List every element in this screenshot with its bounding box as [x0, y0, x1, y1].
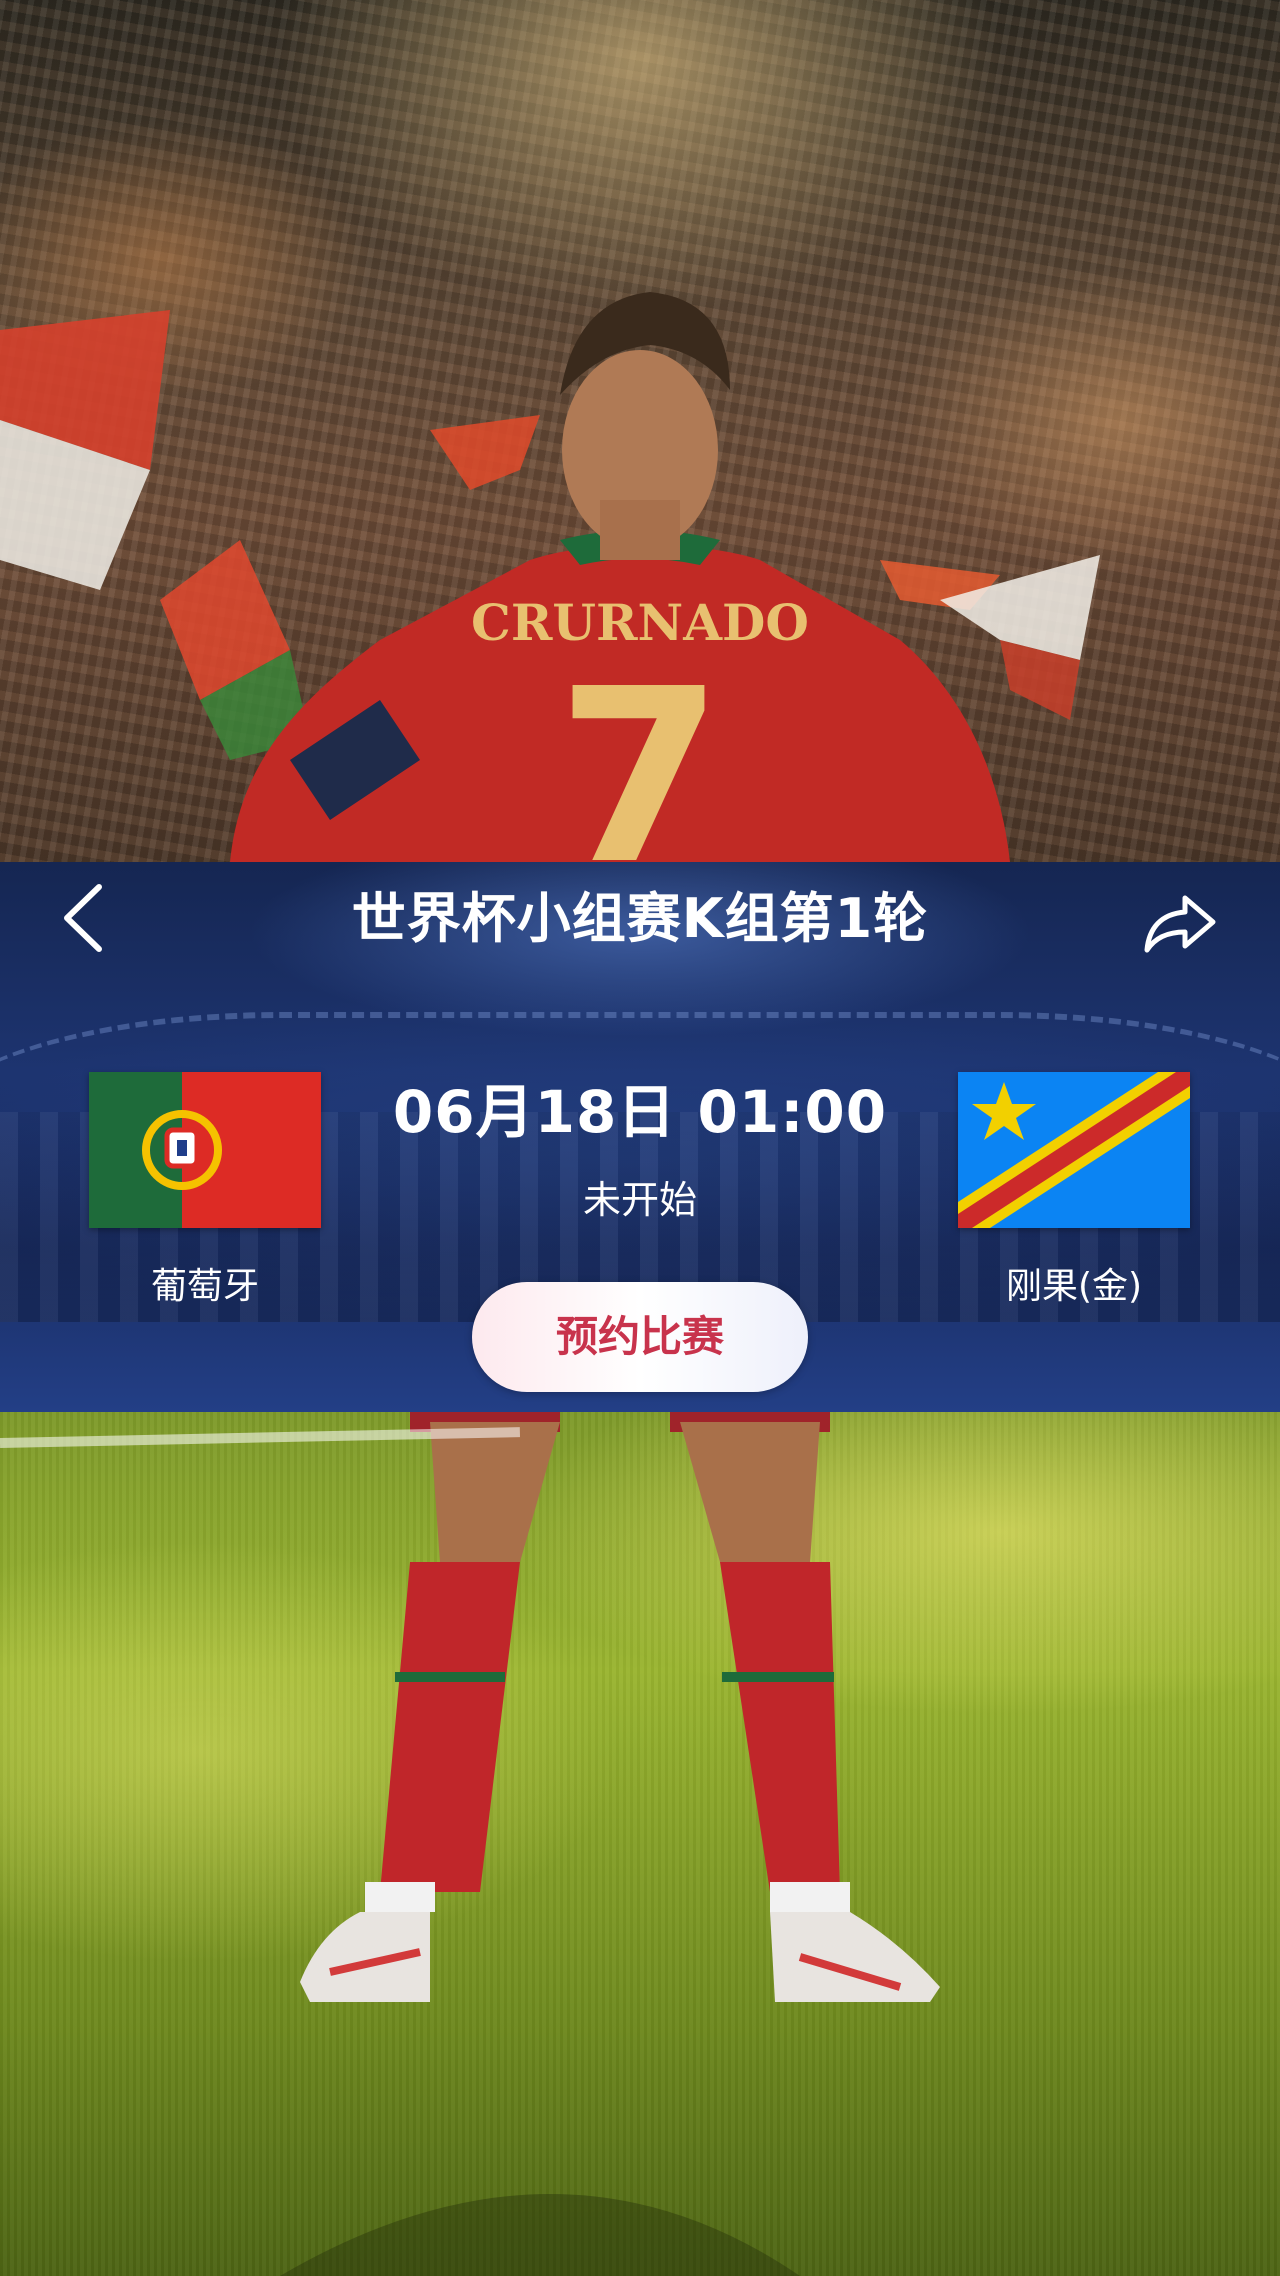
page-title: 世界杯小组赛K组第1轮 — [351, 887, 929, 950]
away-team-flag — [958, 1072, 1190, 1228]
pitch-background — [0, 1412, 1280, 2276]
away-team-name: 刚果(金) — [1005, 1266, 1143, 1307]
match-detail-page: CRURNADO 7 世界杯小组赛K组第1轮 葡萄牙 06月18日 01:00 … — [0, 0, 1280, 2276]
portugal-flag-icon — [89, 1072, 321, 1228]
home-team-flag — [89, 1072, 321, 1228]
player-legs-illustration — [280, 1412, 940, 2276]
match-header-panel: 世界杯小组赛K组第1轮 葡萄牙 06月18日 01:00 未开始 刚果(金) 预… — [0, 862, 1280, 1412]
reserve-match-button[interactable]: 预约比赛 — [472, 1282, 808, 1392]
match-status: 未开始 — [582, 1178, 697, 1222]
chevron-left-icon — [64, 884, 102, 952]
dr-congo-flag-icon — [958, 1072, 1190, 1228]
svg-text:7: 7 — [557, 637, 724, 862]
share-icon — [1144, 895, 1216, 953]
crowd-flags-illustration: CRURNADO 7 — [0, 292, 1100, 862]
back-button[interactable] — [48, 883, 118, 953]
share-button[interactable] — [1140, 883, 1220, 963]
match-time: 06月18日 01:00 — [392, 1078, 888, 1146]
stadium-crowd-background: CRURNADO 7 — [0, 0, 1280, 862]
home-team-name: 葡萄牙 — [150, 1266, 259, 1307]
